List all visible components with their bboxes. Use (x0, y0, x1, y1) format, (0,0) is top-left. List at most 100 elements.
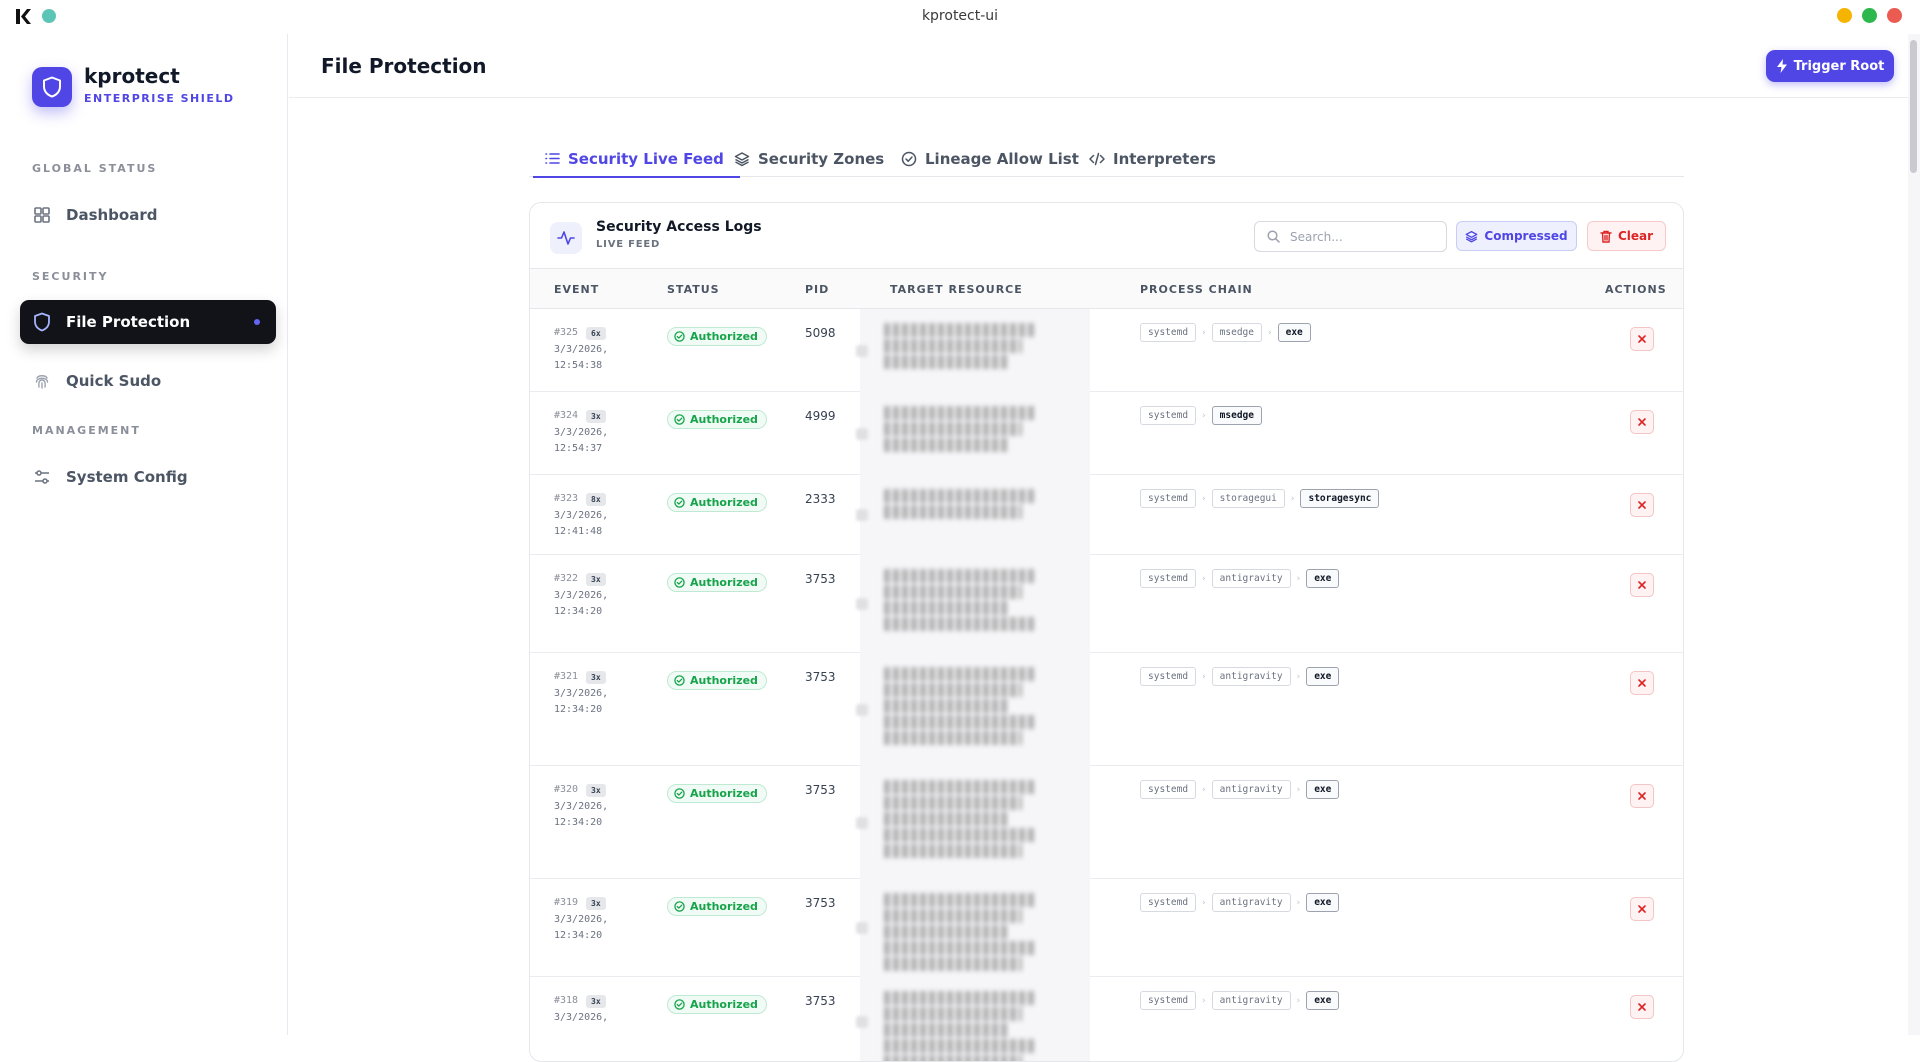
process-pill: exe (1306, 780, 1340, 799)
status-badge: Authorized (667, 410, 767, 429)
layers-icon (734, 151, 750, 166)
chevron-right-icon: › (1202, 784, 1206, 795)
target-resource-redacted (856, 309, 1090, 392)
list-icon (545, 153, 560, 164)
delete-row-button[interactable] (1630, 897, 1654, 921)
check-circle-icon (674, 999, 685, 1010)
close-icon (1638, 581, 1646, 589)
window-titlebar: kprotect-ui (0, 0, 1920, 30)
tab-security-zones[interactable]: Security Zones (734, 140, 884, 177)
resource-type-icon (856, 427, 868, 440)
tab-label: Lineage Allow List (925, 149, 1079, 168)
status-label: Authorized (690, 674, 758, 687)
column-header-pid: PID (805, 283, 830, 296)
process-pill: systemd (1140, 667, 1197, 686)
lightning-icon (1776, 59, 1787, 73)
process-chain: systemd › antigravity › exe (1140, 893, 1340, 912)
column-header-target-resource: TARGET RESOURCE (890, 283, 1023, 296)
delete-row-button[interactable] (1630, 410, 1654, 434)
process-pill: systemd (1140, 991, 1197, 1010)
pid-value: 3753 (805, 572, 836, 586)
delete-row-button[interactable] (1630, 573, 1654, 597)
clear-button[interactable]: Clear (1587, 221, 1666, 251)
search-input[interactable]: Search... (1254, 221, 1447, 252)
status-label: Authorized (690, 998, 758, 1011)
tab-interpreters[interactable]: Interpreters (1089, 140, 1216, 177)
delete-row-button[interactable] (1630, 327, 1654, 351)
brand-name: kprotect (84, 64, 180, 88)
scrollbar-track[interactable] (1908, 34, 1920, 1035)
maximize-button[interactable] (1862, 8, 1877, 23)
delete-row-button[interactable] (1630, 671, 1654, 695)
redacted-path-blur (884, 991, 1044, 1061)
clear-label: Clear (1617, 229, 1654, 243)
process-chain: systemd › msedge › exe (1140, 323, 1311, 342)
activity-icon (550, 222, 582, 254)
scrollbar-thumb[interactable] (1910, 40, 1917, 173)
sidebar-item-file-protection[interactable]: File Protection (20, 300, 276, 344)
process-chain: systemd › antigravity › exe (1140, 991, 1340, 1010)
event-date: 3/3/2026, (554, 1012, 609, 1023)
trash-icon (1600, 230, 1612, 243)
event-id: #322 (554, 573, 579, 584)
process-pill: antigravity (1211, 780, 1291, 799)
trigger-root-button[interactable]: Trigger Root (1766, 50, 1894, 82)
sidebar-item-system-config[interactable]: System Config (20, 455, 276, 499)
close-icon (1638, 679, 1646, 687)
compressed-toggle-button[interactable]: Compressed (1456, 221, 1577, 251)
event-count-badge: 3x (586, 410, 606, 423)
section-label-security: SECURITY (32, 270, 109, 283)
tab-lineage-allow-list[interactable]: Lineage Allow List (901, 140, 1079, 177)
close-icon (1638, 905, 1646, 913)
sidebar-item-label: System Config (66, 468, 188, 486)
table-row: #318 3x 3/3/2026, Authorized 3753 systemd › ant… (530, 977, 1683, 1061)
status-label: Authorized (690, 496, 758, 509)
layers-icon (1465, 230, 1478, 242)
sliders-icon (32, 467, 52, 487)
table-row: #325 6x 3/3/2026, 12:54:38 Authorized 5098 sys… (530, 309, 1683, 392)
sidebar-item-quick-sudo[interactable]: Quick Sudo (20, 359, 276, 403)
delete-row-button[interactable] (1630, 995, 1654, 1019)
event-time: 12:34:20 (554, 930, 603, 941)
process-pill: exe (1306, 893, 1340, 912)
redacted-path-blur (884, 406, 1044, 454)
table-row: #321 3x 3/3/2026, 12:34:20 Authorized 3753 sys… (530, 653, 1683, 766)
target-resource-redacted (856, 475, 1090, 555)
column-header-process-chain: PROCESS CHAIN (1140, 283, 1253, 296)
process-pill: exe (1306, 991, 1340, 1010)
chevron-right-icon: › (1202, 573, 1206, 584)
shield-icon (32, 312, 52, 332)
minimize-button[interactable] (1837, 8, 1852, 23)
table-row: #323 8x 3/3/2026, 12:41:48 Authorized 2333 sys… (530, 475, 1683, 555)
event-time: 12:54:38 (554, 360, 603, 371)
target-resource-redacted (856, 653, 1090, 766)
delete-row-button[interactable] (1630, 784, 1654, 808)
close-icon (1638, 1003, 1646, 1011)
check-circle-icon (674, 577, 685, 588)
pid-value: 2333 (805, 492, 836, 506)
close-button[interactable] (1887, 8, 1902, 23)
status-badge: Authorized (667, 327, 767, 346)
check-circle-icon (674, 901, 685, 912)
process-pill: msedge (1211, 323, 1262, 342)
tab-security-live-feed[interactable]: Security Live Feed (533, 140, 740, 178)
redacted-path-blur (884, 323, 1044, 371)
resource-type-icon (856, 816, 868, 829)
resource-type-icon (856, 922, 868, 934)
event-id: #323 (554, 493, 579, 504)
check-circle-icon (674, 414, 685, 425)
delete-row-button[interactable] (1630, 493, 1654, 517)
target-resource-redacted (856, 392, 1090, 475)
sidebar-item-label: Dashboard (66, 206, 158, 224)
status-label: Authorized (690, 413, 758, 426)
process-pill: antigravity (1211, 667, 1291, 686)
event-count-badge: 8x (586, 493, 606, 506)
status-badge: Authorized (667, 573, 767, 592)
process-pill: exe (1306, 569, 1340, 588)
target-resource-redacted (856, 766, 1090, 879)
search-placeholder: Search... (1290, 229, 1343, 244)
sidebar-item-dashboard[interactable]: Dashboard (20, 193, 276, 237)
process-chain: systemd › antigravity › exe (1140, 667, 1340, 686)
card-header: Security Access Logs LIVE FEED Search...… (530, 203, 1683, 269)
event-count-badge: 6x (586, 327, 606, 340)
